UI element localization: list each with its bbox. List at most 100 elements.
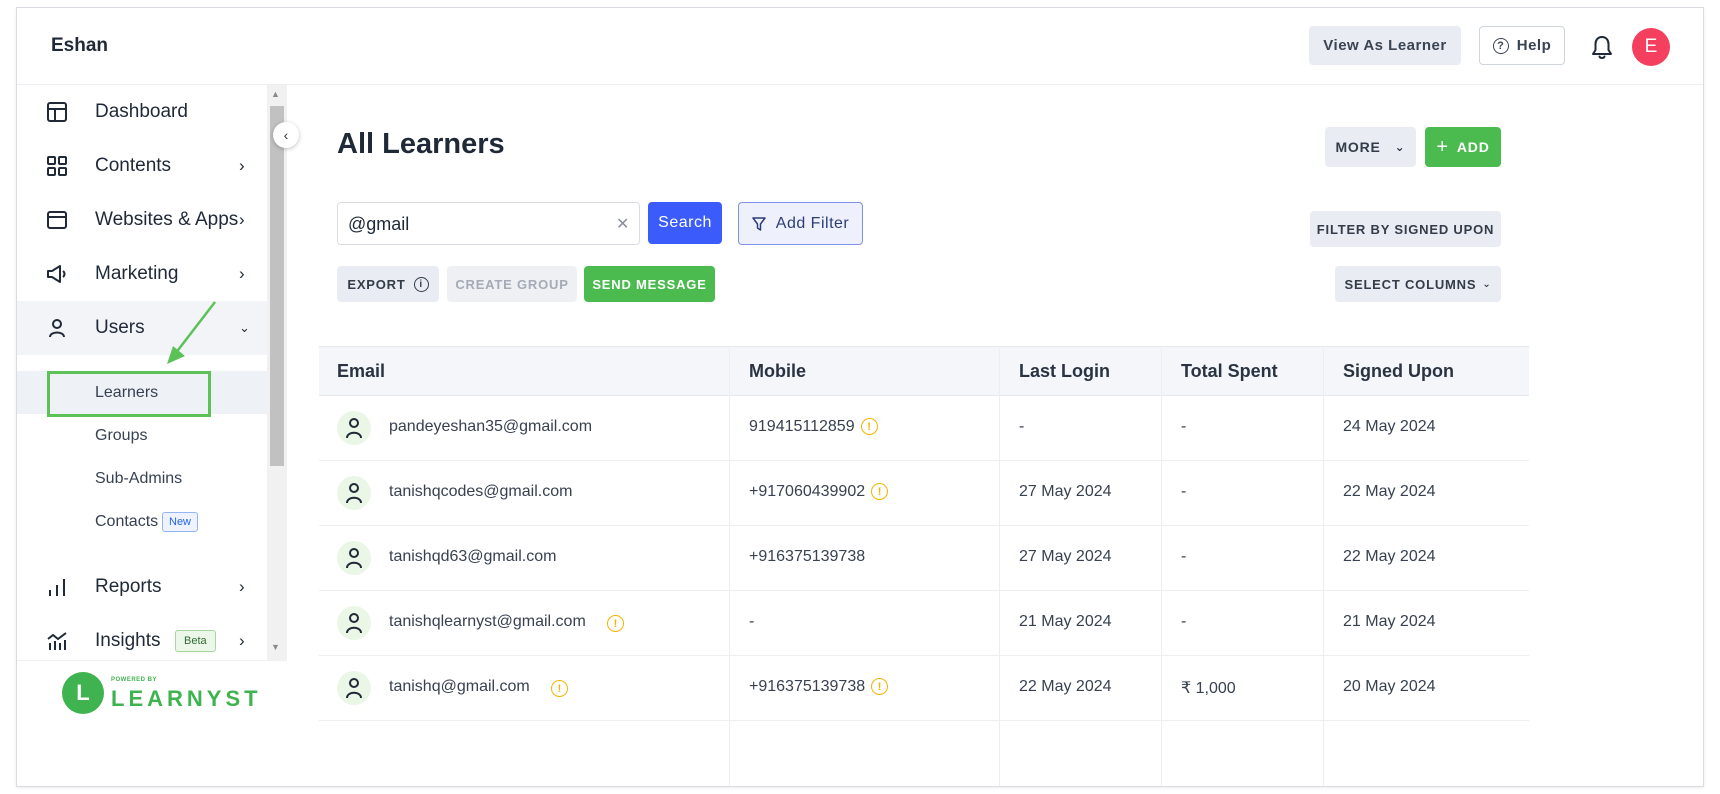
table-header: Email Mobile Last Login Total Spent Sign… (319, 346, 1529, 396)
select-columns-label: SELECT COLUMNS (1344, 276, 1477, 292)
search-input[interactable] (348, 213, 598, 235)
last-login-cell: 22 May 2024 (1019, 678, 1112, 695)
powered-by-footer: L POWERED BY LEARNYST (17, 660, 287, 726)
search-button[interactable]: Search (648, 202, 722, 244)
chevron-right-icon: › (239, 577, 245, 596)
select-columns-button[interactable]: SELECT COLUMNS ⌄ (1335, 266, 1501, 302)
user-avatar-icon (337, 606, 371, 640)
add-button[interactable]: + ADD (1425, 127, 1501, 167)
sidebar-item-websites-apps[interactable]: Websites & Apps › (17, 193, 267, 247)
last-login-cell: 27 May 2024 (1019, 483, 1112, 500)
help-icon: ? (1492, 37, 1509, 54)
mobile-cell: 919415112859! (749, 418, 878, 436)
email-cell[interactable]: tanishqd63@gmail.com (389, 548, 556, 566)
bar-chart-icon (45, 575, 69, 599)
signed-upon-cell: 20 May 2024 (1343, 678, 1436, 695)
column-header-signed-upon[interactable]: Signed Upon (1343, 361, 1454, 382)
add-filter-button[interactable]: Add Filter (738, 202, 863, 245)
warning-icon[interactable]: ! (871, 678, 889, 696)
sidebar-subitem-label: Contacts (95, 512, 159, 530)
clear-icon[interactable]: ✕ (616, 214, 629, 234)
sidebar-subitem-sub-admins[interactable]: Sub-Admins (17, 457, 267, 500)
mobile-value: +917060439902 (749, 483, 866, 500)
send-message-button[interactable]: SEND MESSAGE (584, 266, 715, 302)
email-cell[interactable]: tanishq@gmail.com (389, 678, 530, 696)
table-row[interactable]: tanishq@gmail.com ! +916375139738! 22 Ma… (319, 656, 1529, 721)
sidebar-item-label: Users (95, 317, 145, 338)
sidebar-subitem-label: Groups (95, 426, 148, 444)
column-divider (1323, 346, 1324, 786)
megaphone-icon (45, 262, 69, 286)
chevron-down-icon: ⌄ (239, 320, 250, 335)
total-spent-cell: - (1181, 418, 1187, 435)
warning-icon[interactable]: ! (860, 418, 878, 436)
layout-icon (45, 100, 69, 124)
page-title: All Learners (337, 128, 505, 160)
email-cell[interactable]: pandeyeshan35@gmail.com (389, 418, 592, 436)
brand-name: Eshan (51, 35, 109, 56)
column-header-last-login[interactable]: Last Login (1019, 361, 1110, 382)
table-row[interactable]: tanishqd63@gmail.com +916375139738 27 Ma… (319, 526, 1529, 591)
sidebar-item-label: Websites & Apps (95, 209, 239, 230)
email-cell[interactable]: tanishqlearnyst@gmail.com (389, 613, 586, 631)
mobile-cell: +916375139738! (749, 678, 889, 696)
column-header-mobile[interactable]: Mobile (749, 361, 806, 382)
last-login-cell: 27 May 2024 (1019, 548, 1112, 565)
user-icon (45, 316, 69, 340)
scroll-down-icon[interactable]: ▼ (271, 642, 280, 652)
chevron-right-icon: › (239, 156, 245, 175)
more-label: MORE (1335, 139, 1381, 155)
warning-icon[interactable]: ! (551, 680, 568, 697)
mobile-cell: +917060439902! (749, 483, 889, 501)
signed-upon-cell: 21 May 2024 (1343, 613, 1436, 630)
sidebar-subitem-contacts[interactable]: Contacts New (17, 500, 267, 543)
sidebar-scroll-thumb[interactable] (270, 106, 284, 466)
view-as-learner-button[interactable]: View As Learner (1309, 26, 1461, 65)
create-group-button[interactable]: CREATE GROUP (447, 266, 577, 302)
add-filter-label: Add Filter (775, 214, 850, 232)
help-label: Help (1516, 37, 1552, 54)
sidebar-subitem-groups[interactable]: Groups (17, 414, 267, 457)
export-button[interactable]: EXPORT i (337, 266, 439, 302)
learnyst-logo-text: LEARNYST (111, 686, 262, 711)
signed-upon-cell: 22 May 2024 (1343, 548, 1436, 565)
sidebar-item-label: Contents (95, 155, 172, 176)
user-avatar-icon (337, 541, 371, 575)
user-avatar[interactable]: E (1632, 28, 1670, 66)
column-header-email[interactable]: Email (337, 361, 385, 382)
bell-icon[interactable] (1590, 35, 1614, 61)
sidebar-item-dashboard[interactable]: Dashboard (17, 85, 267, 139)
sidebar-item-contents[interactable]: Contents › (17, 139, 267, 193)
total-spent-cell: - (1181, 548, 1187, 565)
filter-by-signed-upon-button[interactable]: FILTER BY SIGNED UPON (1310, 211, 1501, 247)
more-button[interactable]: MORE ⌄ (1325, 127, 1416, 167)
warning-icon[interactable]: ! (871, 483, 889, 501)
help-button[interactable]: ? Help (1479, 26, 1565, 65)
table-row[interactable]: tanishqlearnyst@gmail.com ! - 21 May 202… (319, 591, 1529, 656)
search-field[interactable]: ✕ (337, 202, 640, 245)
new-badge: New (162, 511, 199, 532)
table-row[interactable]: pandeyeshan35@gmail.com 919415112859! - … (319, 396, 1529, 461)
total-spent-cell: ₹ 1,000 (1181, 680, 1236, 697)
signed-upon-cell: 24 May 2024 (1343, 418, 1436, 435)
user-avatar-icon (337, 411, 371, 445)
collapse-sidebar-button[interactable]: ‹ (273, 122, 299, 148)
table-row[interactable]: tanishqcodes@gmail.com +917060439902! 27… (319, 461, 1529, 526)
mobile-value: +916375139738 (749, 678, 866, 695)
top-bar: Eshan View As Learner ? Help E (17, 8, 1703, 85)
sidebar-item-marketing[interactable]: Marketing › (17, 247, 267, 301)
scroll-up-icon[interactable]: ▲ (271, 89, 280, 99)
user-avatar-icon (337, 671, 371, 705)
sidebar-item-reports[interactable]: Reports › (17, 560, 267, 614)
last-login-cell: 21 May 2024 (1019, 613, 1112, 630)
sidebar-item-users[interactable]: Users ⌄ (17, 301, 267, 355)
plus-icon: + (1436, 135, 1449, 158)
sidebar-item-label: Marketing (95, 263, 179, 284)
email-cell[interactable]: tanishqcodes@gmail.com (389, 483, 572, 501)
column-header-total-spent[interactable]: Total Spent (1181, 361, 1278, 382)
sidebar-subitem-label: Sub-Admins (95, 469, 183, 487)
warning-icon[interactable]: ! (607, 615, 624, 632)
chevron-down-icon: ⌄ (1394, 140, 1406, 154)
insights-icon (45, 629, 69, 653)
column-divider (1161, 346, 1162, 786)
